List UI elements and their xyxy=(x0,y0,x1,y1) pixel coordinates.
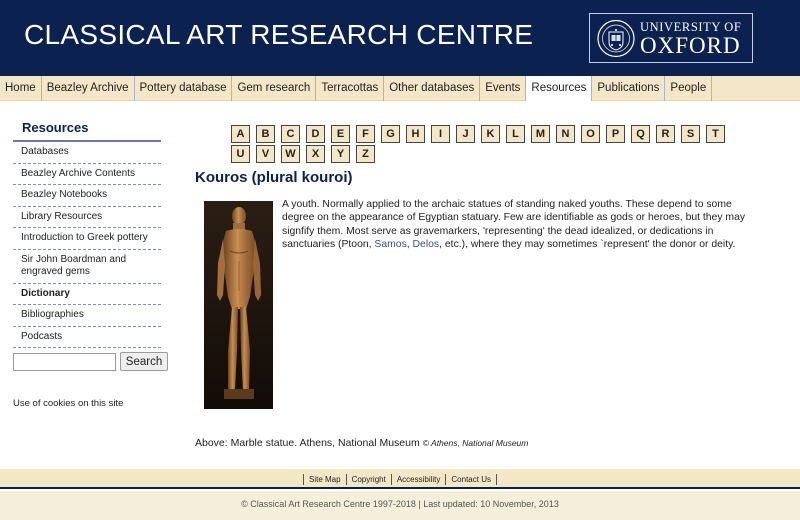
footer-copyright: © Classical Art Research Centre 1997-201… xyxy=(0,491,800,520)
image-caption: Above: Marble statue. Athens, National M… xyxy=(195,437,528,449)
letter-u-button[interactable]: U xyxy=(231,145,250,163)
sidebar-item-bibliographies[interactable]: Bibliographies xyxy=(13,305,161,327)
kouros-statue-image xyxy=(204,201,273,409)
letter-n-button[interactable]: N xyxy=(556,125,575,143)
site-title[interactable]: CLASSICAL ART RESEARCH CENTRE xyxy=(24,19,533,51)
sidebar-heading: Resources xyxy=(13,114,161,142)
letter-m-button[interactable]: M xyxy=(531,125,550,143)
nav-item-home[interactable]: Home xyxy=(0,76,42,101)
caption-text: Above: Marble statue. Athens, National M… xyxy=(195,437,420,449)
letter-t-button[interactable]: T xyxy=(706,125,725,143)
oxford-label: OXFORD xyxy=(640,33,741,58)
footer-link-site-map[interactable]: Site Map xyxy=(303,474,346,485)
letter-b-button[interactable]: B xyxy=(256,125,275,143)
letter-p-button[interactable]: P xyxy=(606,125,625,143)
letter-o-button[interactable]: O xyxy=(581,125,600,143)
letter-s-button[interactable]: S xyxy=(681,125,700,143)
letter-q-button[interactable]: Q xyxy=(631,125,650,143)
entry-text-end: , etc.), where they may sometimes `repre… xyxy=(439,239,736,251)
sidebar-item-databases[interactable]: Databases xyxy=(13,142,161,164)
nav-item-other-databases[interactable]: Other databases xyxy=(384,76,481,101)
sidebar-item-beazley-notebooks[interactable]: Beazley Notebooks xyxy=(13,185,161,207)
caption-credit: © Athens, National Museum xyxy=(422,438,529,448)
footer-link-copyright[interactable]: Copyright xyxy=(345,474,391,485)
nav-item-events[interactable]: Events xyxy=(480,76,527,101)
nav-item-beazley-archive[interactable]: Beazley Archive xyxy=(42,76,135,101)
sidebar-item-podcasts[interactable]: Podcasts xyxy=(13,327,161,348)
samos-link[interactable]: Samos xyxy=(374,239,406,250)
entry-title: Kouros (plural kouroi) xyxy=(195,169,353,186)
sidebar-item-beazley-archive-contents[interactable]: Beazley Archive Contents xyxy=(13,164,161,185)
search-form: Search xyxy=(13,352,168,371)
footer-links: Site Map Copyright Accessibility Contact Us xyxy=(0,469,800,489)
letter-j-button[interactable]: J xyxy=(456,125,475,143)
nav-item-publications[interactable]: Publications xyxy=(592,76,666,101)
sidebar-item-introduction-to-greek-pottery[interactable]: Introduction to Greek pottery xyxy=(13,228,161,250)
sidebar-item-sir-john-boardman-and-engraved-gems[interactable]: Sir John Boardman and engraved gems xyxy=(13,250,161,284)
oxford-crest-icon xyxy=(597,19,635,58)
sidebar-item-library-resources[interactable]: Library Resources xyxy=(13,207,161,228)
sidebar-item-dictionary[interactable]: Dictionary xyxy=(13,284,161,305)
sidebar: Resources Databases Beazley Archive Conte… xyxy=(13,114,161,348)
letter-g-button[interactable]: G xyxy=(381,125,400,143)
oxford-logo[interactable]: UNIVERSITY OF OXFORD xyxy=(589,13,753,63)
alphabet-index: ABCDEFGHIJKLMNOPQRST UVWXYZ xyxy=(231,125,746,165)
footer-link-contact-us[interactable]: Contact Us xyxy=(445,474,497,485)
nav-item-people[interactable]: People xyxy=(665,76,713,101)
nav-item-gem-research[interactable]: Gem research xyxy=(232,76,317,101)
letter-x-button[interactable]: X xyxy=(306,145,325,163)
letter-i-button[interactable]: I xyxy=(431,125,450,143)
letter-e-button[interactable]: E xyxy=(331,125,350,143)
nav-item-terracottas[interactable]: Terracottas xyxy=(316,76,385,101)
footer-link-accessibility[interactable]: Accessibility xyxy=(390,474,446,485)
letter-k-button[interactable]: K xyxy=(481,125,500,143)
letter-z-button[interactable]: Z xyxy=(356,145,375,163)
letter-h-button[interactable]: H xyxy=(406,125,425,143)
nav-item-pottery-database[interactable]: Pottery database xyxy=(135,76,233,101)
letter-y-button[interactable]: Y xyxy=(331,145,350,163)
search-input[interactable] xyxy=(13,352,116,371)
letter-v-button[interactable]: V xyxy=(256,145,275,163)
site-header: CLASSICAL ART RESEARCH CENTRE UNIVERSITY… xyxy=(0,0,800,76)
letter-r-button[interactable]: R xyxy=(656,125,675,143)
letter-d-button[interactable]: D xyxy=(306,125,325,143)
main-nav: Home Beazley Archive Pottery database Gem r… xyxy=(0,76,800,101)
entry-text: A youth. Normally applied to the archaic… xyxy=(282,198,752,252)
letter-f-button[interactable]: F xyxy=(356,125,375,143)
delos-link[interactable]: Delos xyxy=(413,239,440,250)
search-button[interactable]: Search xyxy=(120,352,168,371)
nav-item-resources[interactable]: Resources xyxy=(526,76,593,101)
letter-l-button[interactable]: L xyxy=(506,125,525,143)
letter-c-button[interactable]: C xyxy=(281,125,300,143)
cookies-link[interactable]: Use of cookies on this site xyxy=(13,398,123,409)
letter-w-button[interactable]: W xyxy=(281,145,300,163)
letter-a-button[interactable]: A xyxy=(231,125,250,143)
